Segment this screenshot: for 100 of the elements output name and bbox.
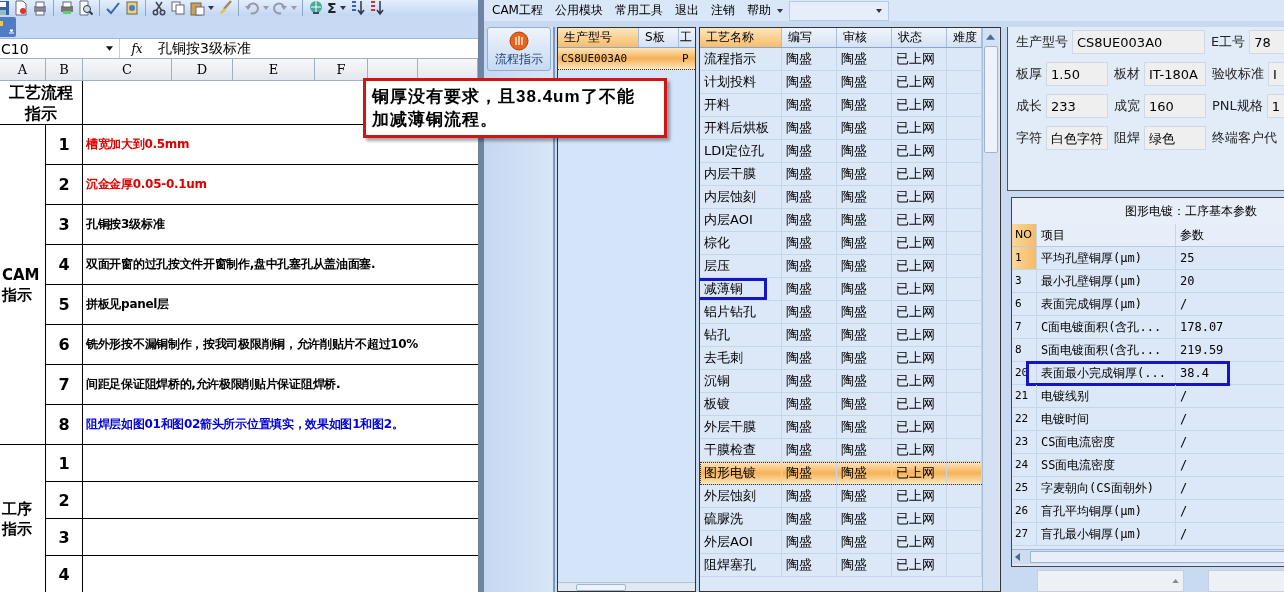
scroll-thumb[interactable] bbox=[984, 46, 998, 153]
table-row[interactable]: 23 CS面电流密度 / bbox=[1012, 431, 1284, 454]
function-label[interactable]: fx bbox=[126, 41, 148, 56]
table-row[interactable]: 棕化 陶盛 陶盛 已上网 bbox=[700, 232, 982, 255]
process-guide-button[interactable]: 流程指示 bbox=[487, 27, 551, 71]
column-header[interactable]: 状态 bbox=[892, 28, 947, 47]
caret-icon[interactable] bbox=[106, 46, 113, 51]
menu-item[interactable]: 注销 bbox=[710, 2, 735, 19]
sum-button[interactable]: Σ bbox=[327, 0, 337, 16]
text-field[interactable]: 1.50 bbox=[1046, 62, 1108, 86]
table-row[interactable]: 阻焊塞孔 陶盛 陶盛 已上网 bbox=[700, 554, 982, 577]
scissors-icon[interactable] bbox=[151, 0, 167, 16]
text-field[interactable]: 白色字符 bbox=[1046, 126, 1108, 150]
column-header[interactable]: S板 bbox=[639, 28, 679, 47]
column-header[interactable]: 项目 bbox=[1036, 224, 1176, 246]
globe-icon[interactable] bbox=[308, 0, 324, 16]
text-field[interactable]: 160 bbox=[1144, 94, 1206, 118]
text-field[interactable]: 1 bbox=[1266, 94, 1284, 118]
table-row[interactable]: 硫脲洗 陶盛 陶盛 已上网 bbox=[700, 508, 982, 531]
text-field[interactable]: 78 bbox=[1249, 30, 1284, 54]
document-icon[interactable] bbox=[13, 0, 29, 16]
table-row[interactable]: 3 最小孔壁铜厚(μm) 20 bbox=[1012, 270, 1284, 293]
table-row[interactable]: CS8UE003A0 P bbox=[558, 48, 695, 70]
table-row[interactable]: 27 盲孔最小铜厚(μm) / bbox=[1012, 523, 1284, 546]
table-row[interactable]: 减薄铜 陶盛 陶盛 已上网 bbox=[700, 278, 982, 301]
table-row[interactable]: 铝片钻孔 陶盛 陶盛 已上网 bbox=[700, 301, 982, 324]
menu-item[interactable]: 常用工具 bbox=[614, 2, 663, 19]
text-field[interactable]: CS8UE003A0 bbox=[1072, 30, 1205, 54]
scrollbar[interactable] bbox=[558, 582, 695, 591]
input-field[interactable] bbox=[1037, 570, 1184, 592]
redo-icon[interactable] bbox=[272, 0, 288, 16]
column-header[interactable]: D bbox=[172, 59, 233, 80]
text-field[interactable]: 233 bbox=[1046, 94, 1108, 118]
column-header[interactable]: 生产型号 bbox=[558, 28, 639, 47]
menu-item[interactable]: 帮助 bbox=[746, 2, 771, 19]
column-header[interactable]: E bbox=[233, 59, 315, 80]
table-row[interactable]: 内层AOI 陶盛 陶盛 已上网 bbox=[700, 209, 982, 232]
book-icon[interactable] bbox=[124, 0, 140, 16]
undo-icon[interactable] bbox=[244, 0, 260, 16]
text-field[interactable]: I bbox=[1268, 62, 1284, 86]
table-row[interactable]: 板镀 陶盛 陶盛 已上网 bbox=[700, 393, 982, 416]
table-row[interactable]: 开料后烘板 陶盛 陶盛 已上网 bbox=[700, 117, 982, 140]
column-header[interactable]: 参数 bbox=[1176, 224, 1284, 246]
up-arrow-icon[interactable] bbox=[986, 34, 995, 40]
scrollbar[interactable] bbox=[982, 28, 999, 591]
caret-icon[interactable] bbox=[339, 6, 346, 10]
table-row[interactable]: 图形电镀 陶盛 陶盛 已上网 bbox=[700, 462, 982, 485]
scroll-thumb[interactable] bbox=[576, 584, 626, 591]
table-row[interactable]: 钻孔 陶盛 陶盛 已上网 bbox=[700, 324, 982, 347]
clipboard-icon[interactable] bbox=[189, 0, 205, 16]
formula-field[interactable]: 孔铜按3级标准 bbox=[148, 39, 478, 58]
table-row[interactable]: 24 SS面电流密度 / bbox=[1012, 454, 1284, 477]
printer-icon[interactable] bbox=[59, 0, 75, 16]
table-row[interactable]: 8 S面电镀面积(含孔... 219.59 bbox=[1012, 339, 1284, 362]
left-arrow-icon[interactable] bbox=[1015, 553, 1020, 561]
caret-icon[interactable] bbox=[208, 6, 214, 10]
spellcheck-icon[interactable] bbox=[105, 0, 121, 16]
table-row[interactable]: 计划投料 陶盛 陶盛 已上网 bbox=[700, 71, 982, 94]
table-row[interactable]: 层压 陶盛 陶盛 已上网 bbox=[700, 255, 982, 278]
table-row[interactable]: 开料 陶盛 陶盛 已上网 bbox=[700, 94, 982, 117]
column-header[interactable]: A bbox=[0, 59, 46, 80]
table-row[interactable]: 26 盲孔平均铜厚(μm) / bbox=[1012, 500, 1284, 523]
magnifier-icon[interactable] bbox=[78, 0, 94, 16]
table-row[interactable]: 25 字麦朝向(CS面朝外) / bbox=[1012, 477, 1284, 500]
menu-item[interactable]: 公用模块 bbox=[554, 2, 603, 19]
table-row[interactable]: 沉铜 陶盛 陶盛 已上网 bbox=[700, 370, 982, 393]
table-row[interactable]: 去毛刺 陶盛 陶盛 已上网 bbox=[700, 347, 982, 370]
table-row[interactable]: 内层干膜 陶盛 陶盛 已上网 bbox=[700, 163, 982, 186]
caret-icon[interactable] bbox=[875, 8, 882, 13]
row-number-cell: 6 bbox=[46, 325, 83, 365]
column-header[interactable]: B bbox=[46, 59, 83, 80]
column-header[interactable]: 工 bbox=[679, 28, 695, 47]
table-row[interactable]: 外层干膜 陶盛 陶盛 已上网 bbox=[700, 416, 982, 439]
table-row[interactable]: LDI定位孔 陶盛 陶盛 已上网 bbox=[700, 140, 982, 163]
table-row[interactable]: 1 平均孔壁铜厚(μm) 25 bbox=[1012, 247, 1284, 270]
table-row[interactable]: 21 电镀线别 / bbox=[1012, 385, 1284, 408]
printer-icon[interactable] bbox=[32, 0, 48, 16]
name-box[interactable]: C10 bbox=[0, 39, 120, 58]
menu-item[interactable]: 退出 bbox=[674, 2, 699, 19]
column-header[interactable]: 编写 bbox=[782, 28, 837, 47]
table-row[interactable]: 流程指示 陶盛 陶盛 已上网 bbox=[700, 48, 982, 71]
scroll-thumb[interactable] bbox=[1030, 551, 1284, 563]
text-field[interactable]: 绿色 bbox=[1144, 126, 1206, 150]
column-header[interactable]: NO bbox=[1012, 224, 1036, 246]
caret-icon[interactable] bbox=[776, 8, 783, 13]
table-row[interactable]: 外层AOI 陶盛 陶盛 已上网 bbox=[700, 531, 982, 554]
scrollbar[interactable] bbox=[1012, 549, 1284, 564]
table-row[interactable]: 22 电镀时间 / bbox=[1012, 408, 1284, 431]
up-arrow-icon[interactable] bbox=[1172, 579, 1179, 583]
table-row[interactable]: 7 C面电镀面积(含孔... 178.07 bbox=[1012, 316, 1284, 339]
text-field[interactable]: IT-180A bbox=[1144, 62, 1206, 86]
table-row[interactable]: 6 表面完成铜厚(μm) / bbox=[1012, 293, 1284, 316]
table-row[interactable]: 外层蚀刻 陶盛 陶盛 已上网 bbox=[700, 485, 982, 508]
menu-item[interactable]: CAM工程 bbox=[492, 2, 543, 19]
column-header[interactable]: C bbox=[83, 59, 172, 80]
toolbar-handle-icon[interactable] bbox=[0, 16, 16, 38]
column-header[interactable]: 审核 bbox=[837, 28, 892, 47]
dropdown-field[interactable] bbox=[788, 0, 889, 21]
column-header[interactable]: 工艺名称 bbox=[700, 28, 782, 47]
table-row[interactable]: 内层蚀刻 陶盛 陶盛 已上网 bbox=[700, 186, 982, 209]
